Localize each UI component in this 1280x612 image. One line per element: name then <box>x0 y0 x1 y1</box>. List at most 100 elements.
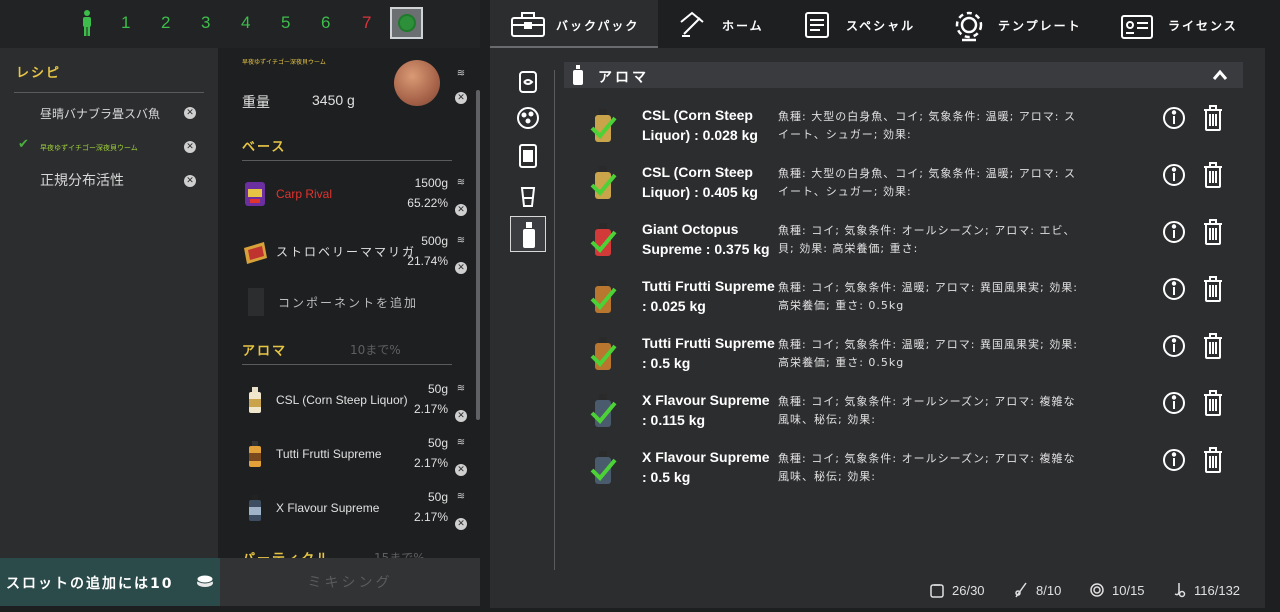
trash-icon[interactable] <box>1202 219 1224 245</box>
info-icon[interactable] <box>1162 448 1186 472</box>
item-description: 魚種: コイ; 気象条件: オールシーズン; アロマ: 複雑な風味、秘伝; 効果… <box>778 395 1076 426</box>
adjust-icon[interactable]: ≋ <box>455 491 467 503</box>
info-icon[interactable] <box>1162 163 1186 187</box>
remove-ingredient-button[interactable]: ✕ <box>455 204 467 216</box>
recipe-list-panel: レシピ 昼晴バナブラ畳スバ魚 ✕ ✔ 早夜ゆずイチゴー深夜貝ウーム ✕ 正規分布… <box>0 48 218 558</box>
category-header-aroma[interactable]: アロマ <box>564 62 1243 88</box>
tab-label: ライセンス <box>1168 19 1238 33</box>
item-name: Tutti Frutti Supreme : 0.025 kg <box>642 278 775 314</box>
details-scrollbar[interactable] <box>476 90 480 420</box>
tab-label: バックパック <box>556 19 640 33</box>
base-ingredient[interactable]: Carp Rival 1500g ≋ 65.22% ✕ <box>226 172 476 224</box>
inventory-item-row[interactable]: CSL (Corn Steep Liquor) : 0.028 kg 魚種: 大型… <box>564 102 1254 158</box>
aroma-ingredient[interactable]: CSL (Corn Steep Liquor) 50g ≋ 2.17% ✕ <box>226 378 476 430</box>
remove-recipe-button[interactable]: ✕ <box>184 175 196 187</box>
bottle-check-icon <box>590 451 617 484</box>
tab-license[interactable]: ライセンス <box>1106 0 1264 48</box>
trash-icon[interactable] <box>1202 105 1224 131</box>
mixing-button[interactable]: ミキシング <box>220 558 480 606</box>
cup-icon <box>520 187 536 207</box>
info-icon[interactable] <box>1162 391 1186 415</box>
remove-recipe-button[interactable]: ✕ <box>184 107 196 119</box>
adjust-icon[interactable]: ≋ <box>455 383 467 395</box>
trash-icon[interactable] <box>1202 447 1224 473</box>
ingredient-percent: 2.17% <box>413 402 448 416</box>
category-cup[interactable] <box>510 178 546 214</box>
ingredient-grams: 1500g <box>414 176 448 190</box>
aroma-ingredient[interactable]: Tutti Frutti Supreme 50g ≋ 2.17% ✕ <box>226 432 476 484</box>
bait-icon <box>1174 583 1186 598</box>
base-ingredient[interactable]: ストロベリーママリガ 500g ≋ 21.74% ✕ <box>226 230 476 282</box>
base-header: ベース <box>242 140 287 155</box>
slot-4[interactable]: 4 <box>241 13 250 33</box>
item-name: X Flavour Supreme : 0.5 kg <box>642 449 770 485</box>
slot-6[interactable]: 6 <box>321 13 330 33</box>
recipe-item[interactable]: 正規分布活性 ✕ <box>0 168 210 194</box>
trash-icon[interactable] <box>1202 276 1224 302</box>
category-aroma-bottle[interactable] <box>510 216 546 252</box>
adjust-icon[interactable]: ≋ <box>455 437 467 449</box>
aroma-ingredient[interactable]: X Flavour Supreme 50g ≋ 2.17% ✕ <box>226 486 476 538</box>
trash-icon[interactable] <box>1202 333 1224 359</box>
category-bait-bag[interactable] <box>510 62 546 98</box>
boilie-slot-icon <box>398 14 416 32</box>
info-icon[interactable] <box>1162 106 1186 130</box>
bag-icon <box>930 584 944 598</box>
tab-home[interactable]: ホーム <box>658 0 788 48</box>
item-description: 魚種: コイ; 気象条件: 温暖; アロマ: 異国風果実; 効果: 高栄養価; … <box>778 281 1078 312</box>
inventory-item-row[interactable]: Tutti Frutti Supreme : 0.5 kg 魚種: コイ; 気象条… <box>564 330 1254 386</box>
remove-recipe-button[interactable]: ✕ <box>184 141 196 153</box>
tab-special[interactable]: スペシャル <box>788 0 938 48</box>
trash-icon[interactable] <box>1202 162 1224 188</box>
remove-ingredient-button[interactable]: ✕ <box>455 518 467 530</box>
info-icon[interactable] <box>1162 334 1186 358</box>
category-boilies[interactable] <box>510 100 546 136</box>
slot-1[interactable]: 1 <box>121 13 130 33</box>
slot-2[interactable]: 2 <box>161 13 170 33</box>
status-value: 10/15 <box>1112 583 1145 598</box>
weight-value: 3450 g <box>312 92 355 108</box>
slot-7[interactable]: 7 <box>362 13 371 33</box>
inventory-item-row[interactable]: Tutti Frutti Supreme : 0.025 kg 魚種: コイ; 気… <box>564 273 1254 329</box>
recipe-item[interactable]: 昼晴バナブラ畳スバ魚 ✕ <box>0 100 210 126</box>
add-slot-button[interactable]: スロットの追加には10 <box>0 558 220 606</box>
boilie-image <box>394 60 440 106</box>
slot-3[interactable]: 3 <box>201 13 210 33</box>
info-icon[interactable] <box>1162 220 1186 244</box>
item-description: 魚種: コイ; 気象条件: 温暖; アロマ: 異国風果実; 効果: 高栄養価; … <box>778 338 1078 369</box>
recipe-item-selected[interactable]: ✔ 早夜ゆずイチゴー深夜貝ウーム ✕ <box>0 134 210 160</box>
inventory-item-row[interactable]: X Flavour Supreme : 0.115 kg 魚種: コイ; 気象条件… <box>564 387 1254 443</box>
remove-ingredient-button[interactable]: ✕ <box>455 410 467 422</box>
recipe-details-panel: 早夜ゆずイチゴー深夜貝ウーム ≋ ✕ 重量 3450 g ベース Carp Ri… <box>226 48 480 558</box>
remove-ingredient-button[interactable]: ✕ <box>455 262 467 274</box>
tab-label: スペシャル <box>846 19 916 33</box>
ingredient-percent: 21.74% <box>407 254 448 268</box>
main-tabs: バックパック ホーム スペシャル テンプレート ライセンス <box>490 0 1265 48</box>
adjust-icon[interactable]: ≋ <box>455 235 467 247</box>
tab-backpack[interactable]: バックパック <box>490 0 658 48</box>
add-component-button[interactable]: コンポーネントを追加 <box>226 286 476 316</box>
slot-5[interactable]: 5 <box>281 13 290 33</box>
category-jar[interactable] <box>510 138 546 174</box>
license-icon <box>1121 15 1153 39</box>
chevron-up-icon[interactable] <box>1211 66 1229 84</box>
inventory-item-row[interactable]: CSL (Corn Steep Liquor) : 0.405 kg 魚種: 大型… <box>564 159 1254 215</box>
slot-active-boilie[interactable] <box>390 7 423 39</box>
particle-header: パーティクル <box>242 548 331 558</box>
inventory-item-row[interactable]: X Flavour Supreme : 0.5 kg 魚種: コイ; 気象条件: … <box>564 444 1254 500</box>
tab-template[interactable]: テンプレート <box>938 0 1106 48</box>
item-name: X Flavour Supreme : 0.115 kg <box>642 392 770 428</box>
recipes-header: レシピ <box>16 66 62 81</box>
adjust-icon[interactable]: ≋ <box>455 68 467 80</box>
bottle-check-icon <box>590 337 617 370</box>
remove-ingredient-button[interactable]: ✕ <box>455 464 467 476</box>
mixing-label: ミキシング <box>307 575 393 591</box>
bottle-check-icon <box>590 280 617 313</box>
info-icon[interactable] <box>1162 277 1186 301</box>
inventory-item-row[interactable]: Giant Octopus Supreme : 0.375 kg 魚種: コイ; … <box>564 216 1254 272</box>
remove-button[interactable]: ✕ <box>455 92 467 104</box>
rod-icon <box>1015 582 1027 598</box>
add-component-label: コンポーネントを追加 <box>278 296 419 310</box>
adjust-icon[interactable]: ≋ <box>455 177 467 189</box>
trash-icon[interactable] <box>1202 390 1224 416</box>
